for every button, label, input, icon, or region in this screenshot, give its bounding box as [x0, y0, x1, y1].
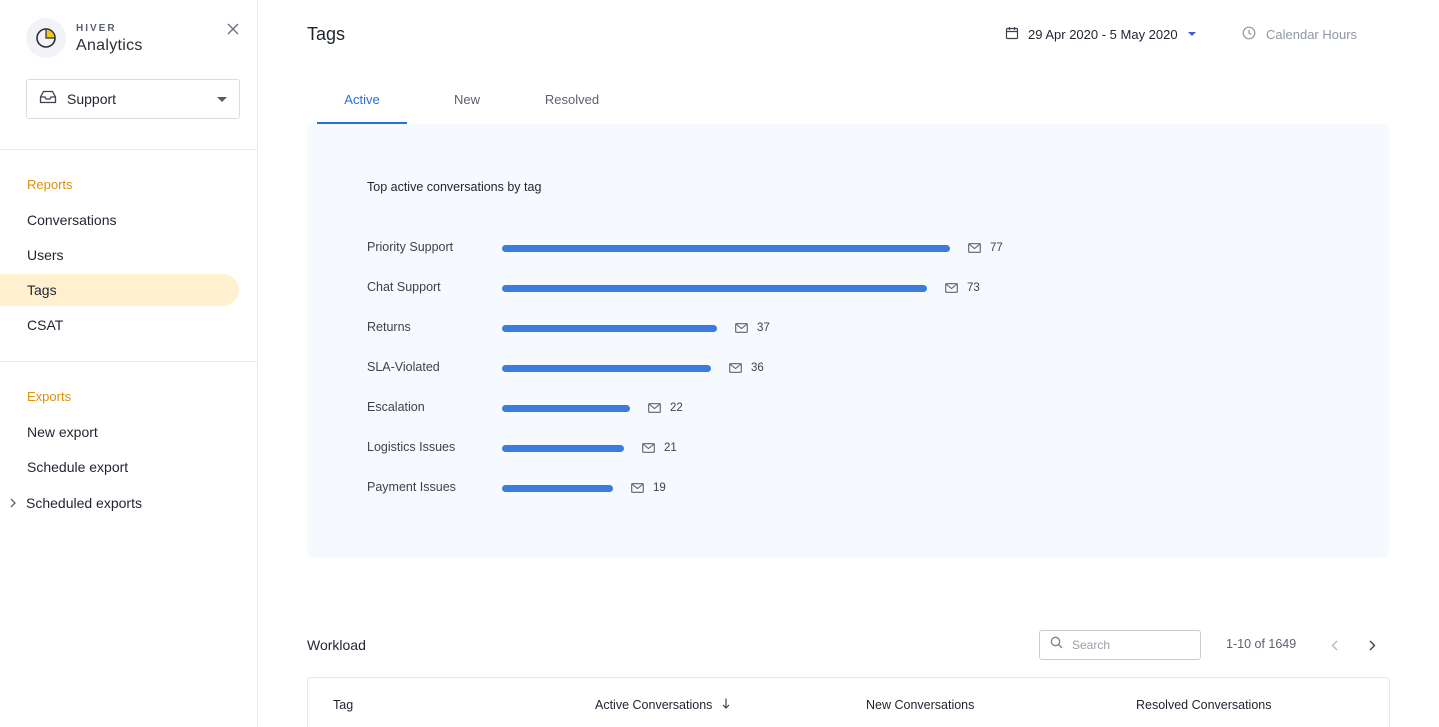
bar-value: 73: [945, 278, 980, 298]
chevron-left-icon: [1331, 640, 1337, 650]
brand: HIVER Analytics: [26, 18, 246, 62]
bar-value-number: 77: [990, 242, 1003, 254]
bar-value: 36: [729, 358, 764, 378]
inbox-select[interactable]: Support: [26, 79, 240, 119]
bar-value: 37: [735, 318, 770, 338]
bar[interactable]: [502, 445, 624, 452]
nav-item-scheduled-exports[interactable]: Scheduled exports: [0, 487, 239, 519]
calendar-icon: [1005, 26, 1019, 43]
column-header-new-conversations[interactable]: New Conversations: [866, 698, 974, 712]
bar-row: Escalation 22: [367, 398, 1267, 418]
bar-value-number: 36: [751, 362, 764, 374]
bar-value: 22: [648, 398, 683, 418]
inbox-icon: [39, 90, 57, 109]
bar-row: Returns 37: [367, 318, 1267, 338]
nav-item-label: Scheduled exports: [26, 495, 142, 511]
bar-label: Logistics Issues: [367, 440, 456, 454]
reports-section-title: Reports: [27, 177, 73, 192]
column-header-label: New Conversations: [866, 698, 975, 712]
bar-value: 19: [631, 478, 666, 498]
nav-item-tags[interactable]: Tags: [0, 274, 239, 306]
hours-selector[interactable]: Calendar Hours: [1242, 24, 1357, 44]
bar-value-number: 19: [653, 482, 666, 494]
bar-value-number: 21: [664, 442, 677, 454]
column-header-active-conversations[interactable]: Active Conversations: [595, 698, 730, 712]
bar-value-number: 22: [670, 402, 683, 414]
brand-company: HIVER: [76, 23, 117, 34]
mail-icon: [735, 323, 748, 333]
tab-new[interactable]: New: [407, 86, 527, 124]
nav-item-csat[interactable]: CSAT: [0, 309, 239, 341]
column-header-label: Resolved Conversations: [1136, 698, 1272, 712]
bar-value-number: 37: [757, 322, 770, 334]
tabs: Active New Resolved: [317, 86, 617, 124]
bar[interactable]: [502, 245, 950, 252]
chevron-right-icon: [10, 497, 16, 511]
bar[interactable]: [502, 325, 717, 332]
bar-value: 77: [968, 238, 1003, 258]
bar-row: Logistics Issues 21: [367, 438, 1267, 458]
bar[interactable]: [502, 405, 630, 412]
mail-icon: [642, 443, 655, 453]
bar-row: Payment Issues 19: [367, 478, 1267, 498]
column-header-label: Tag: [333, 698, 354, 712]
bar-row: SLA-Violated 36: [367, 358, 1267, 378]
analytics-logo-icon: [26, 18, 66, 58]
nav-item-schedule-export[interactable]: Schedule export: [0, 451, 239, 483]
bar-label: Priority Support: [367, 240, 454, 254]
mail-icon: [729, 363, 742, 373]
nav-item-new-export[interactable]: New export: [0, 416, 239, 448]
search-input[interactable]: [1072, 638, 1192, 652]
tab-active[interactable]: Active: [317, 86, 407, 124]
prev-page-button[interactable]: [1325, 636, 1343, 654]
mail-icon: [648, 403, 661, 413]
date-range-value: 29 Apr 2020 - 5 May 2020: [1028, 26, 1178, 42]
divider: [0, 149, 257, 150]
chart-panel: Top active conversations by tag Priority…: [307, 124, 1389, 558]
divider: [0, 361, 257, 362]
search-icon: [1050, 636, 1063, 654]
tab-resolved[interactable]: Resolved: [527, 86, 617, 124]
bar[interactable]: [502, 485, 613, 492]
bar[interactable]: [502, 285, 927, 292]
date-range-picker[interactable]: 29 Apr 2020 - 5 May 2020: [1005, 24, 1196, 44]
close-icon[interactable]: [226, 22, 242, 38]
chevron-right-icon: [1369, 640, 1375, 650]
bar-row: Priority Support 77: [367, 238, 1267, 258]
sidebar: HIVER Analytics Support Reports Conversa…: [0, 0, 258, 727]
chevron-down-icon: [217, 96, 227, 102]
mail-icon: [631, 483, 644, 493]
workload-title: Workload: [307, 637, 366, 653]
sort-arrow-down-icon[interactable]: [722, 698, 730, 712]
bar-label: Chat Support: [367, 280, 441, 294]
page-title: Tags: [307, 24, 346, 44]
column-header-label: Active Conversations: [595, 698, 713, 712]
search-box: [1039, 630, 1201, 660]
bar-value: 21: [642, 438, 677, 458]
next-page-button[interactable]: [1363, 636, 1381, 654]
bar[interactable]: [502, 365, 711, 372]
pagination-text: 1-10 of 1649: [1226, 637, 1297, 651]
chevron-down-icon: [1187, 32, 1196, 36]
brand-product: Analytics: [76, 37, 143, 54]
clock-icon: [1242, 26, 1256, 43]
column-header-tag[interactable]: Tag: [333, 698, 353, 712]
inbox-select-value: Support: [67, 91, 117, 107]
nav-item-conversations[interactable]: Conversations: [0, 204, 239, 236]
hours-label: Calendar Hours: [1266, 26, 1358, 42]
exports-section-title: Exports: [27, 389, 72, 404]
column-header-resolved-conversations[interactable]: Resolved Conversations: [1136, 698, 1272, 712]
bar-label: Escalation: [367, 400, 425, 414]
bar-row: Chat Support 73: [367, 278, 1267, 298]
mail-icon: [968, 243, 981, 253]
nav-item-users[interactable]: Users: [0, 239, 239, 271]
chart-title: Top active conversations by tag: [367, 180, 542, 194]
bar-label: Payment Issues: [367, 480, 456, 494]
bar-label: SLA-Violated: [367, 360, 440, 374]
bar-value-number: 73: [967, 282, 980, 294]
bar-label: Returns: [367, 320, 411, 334]
workload-table: Tag Active Conversations New Conversatio…: [307, 677, 1390, 727]
mail-icon: [945, 283, 958, 293]
